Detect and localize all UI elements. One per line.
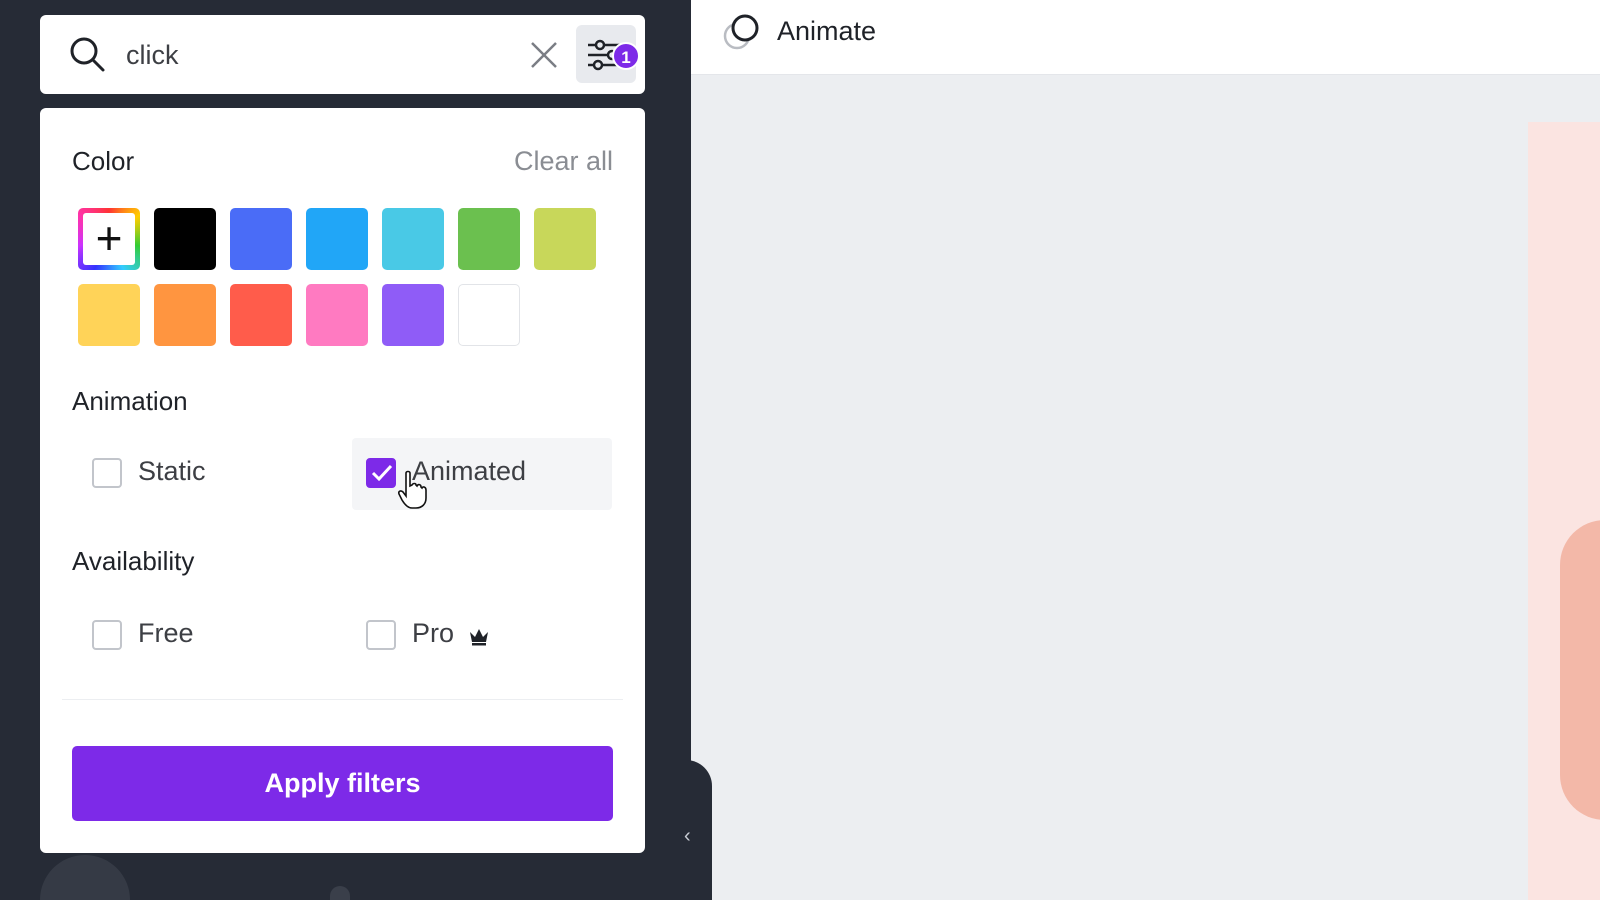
animated-checkbox[interactable] — [366, 458, 396, 488]
filter-panel: Color Clear all + Animation Static Anima… — [40, 108, 645, 853]
canvas-element[interactable] — [1560, 520, 1600, 820]
color-swatch[interactable] — [78, 284, 140, 346]
static-option[interactable]: Static — [78, 438, 318, 510]
apply-filters-button[interactable]: Apply filters — [72, 746, 613, 821]
color-swatch[interactable] — [382, 208, 444, 270]
chevron-left-icon: ‹ — [684, 825, 691, 847]
panel-thumbnail — [330, 886, 350, 900]
color-swatch[interactable] — [306, 284, 368, 346]
close-icon[interactable] — [526, 37, 562, 73]
clear-all-button[interactable]: Clear all — [514, 146, 613, 177]
color-swatch[interactable] — [230, 208, 292, 270]
pro-label: Pro — [412, 618, 455, 648]
color-swatch[interactable] — [534, 208, 596, 270]
color-swatch[interactable] — [458, 208, 520, 270]
hand-cursor-icon — [398, 470, 427, 509]
color-swatch[interactable] — [230, 284, 292, 346]
search-bar: 1 — [40, 15, 645, 94]
color-swatch[interactable] — [382, 284, 444, 346]
check-icon — [371, 464, 393, 482]
availability-section-title: Availability — [72, 546, 195, 576]
crown-icon — [470, 629, 488, 646]
search-icon — [70, 37, 105, 72]
color-swatch[interactable] — [154, 208, 216, 270]
pro-checkbox[interactable] — [366, 620, 396, 650]
plus-icon: + — [95, 212, 123, 264]
animation-section-title: Animation — [72, 386, 188, 416]
color-section-title: Color — [72, 146, 135, 176]
free-label: Free — [138, 618, 194, 648]
animated-option[interactable]: Animated — [352, 438, 612, 510]
free-option[interactable]: Free — [78, 600, 318, 672]
color-swatch[interactable] — [154, 284, 216, 346]
animated-label: Animated — [412, 456, 527, 486]
search-input[interactable] — [126, 35, 526, 75]
add-color-swatch[interactable]: + — [78, 208, 140, 270]
color-swatch[interactable] — [306, 208, 368, 270]
pro-option[interactable]: Pro — [352, 600, 612, 672]
static-checkbox[interactable] — [92, 458, 122, 488]
free-checkbox[interactable] — [92, 620, 122, 650]
animate-button[interactable]: Animate — [777, 16, 876, 47]
filter-count-badge: 1 — [612, 42, 640, 70]
color-swatch[interactable] — [458, 284, 520, 346]
divider — [62, 699, 623, 700]
collapse-panel-button[interactable]: ‹ — [660, 760, 712, 900]
editor-toolbar: Animate — [691, 0, 1600, 75]
animate-icon[interactable] — [719, 10, 763, 54]
static-label: Static — [138, 456, 206, 486]
